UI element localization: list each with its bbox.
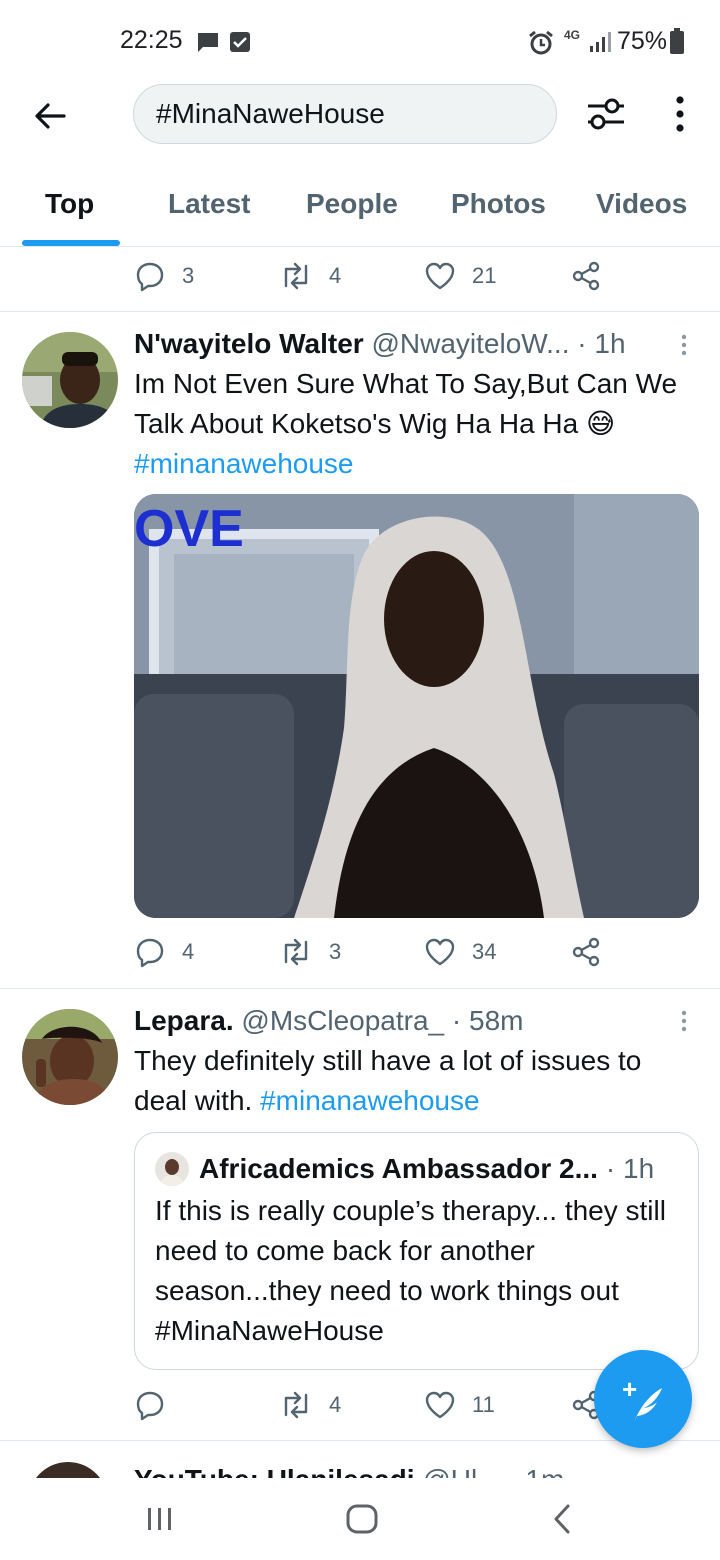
signal-icon: [590, 32, 611, 52]
retweet-count: 4: [329, 263, 342, 288]
tweet-image[interactable]: OVE: [134, 494, 699, 918]
tab-people[interactable]: People: [306, 188, 398, 220]
search-input[interactable]: #MinaNaweHouse: [133, 84, 557, 144]
home-icon[interactable]: [346, 1504, 378, 1534]
more-vertical-icon[interactable]: [668, 94, 692, 134]
tab-photos[interactable]: Photos: [451, 188, 546, 220]
status-bar: 22:25 4G 75%: [0, 0, 720, 84]
quote-time: · 1h: [605, 1153, 655, 1184]
active-tab-indicator: [22, 240, 120, 246]
battery-icon: [670, 28, 684, 54]
display-name[interactable]: N'wayitelo Walter: [134, 328, 364, 359]
search-tabs: Top Latest People Photos Videos: [0, 170, 720, 247]
reply-icon: [136, 1391, 164, 1421]
search-query: #MinaNaweHouse: [156, 98, 385, 129]
tweet-text: Im Not Even Sure What To Say,But Can We …: [134, 364, 694, 484]
reply-icon: [136, 938, 164, 968]
back-icon[interactable]: [552, 1504, 572, 1534]
like-button[interactable]: 11: [424, 1385, 495, 1425]
reply-count: 4: [182, 939, 195, 964]
hashtag-link[interactable]: #minanawehouse: [134, 448, 354, 479]
share-icon: [572, 261, 600, 291]
like-button[interactable]: 34: [424, 932, 496, 972]
quote-header: Africademics Ambassador 2... · 1h: [155, 1151, 654, 1187]
avatar: [28, 1462, 108, 1478]
recent-apps-icon[interactable]: [146, 1506, 174, 1532]
retweet-button[interactable]: 4: [279, 1385, 341, 1425]
quote-avatar: [155, 1152, 189, 1186]
hashtag-link[interactable]: #minanawehouse: [260, 1085, 480, 1116]
battery-percent: 75%: [617, 27, 668, 55]
reply-button[interactable]: 4: [134, 932, 194, 972]
display-name: YouTube: Ulanilesadi: [134, 1464, 415, 1478]
tweet-divider: [0, 311, 720, 312]
heart-icon: [425, 262, 455, 290]
tab-videos[interactable]: Videos: [596, 188, 687, 220]
search-header: #MinaNaweHouse: [0, 84, 720, 164]
tweet-menu-icon[interactable]: [680, 1010, 688, 1032]
tweet-actions: 4 11: [134, 1385, 614, 1425]
image-sign-text: OVE: [134, 500, 244, 558]
compose-tweet-button[interactable]: +: [594, 1350, 692, 1448]
reply-button[interactable]: [134, 1385, 182, 1425]
share-button[interactable]: [570, 256, 602, 296]
retweet-icon: [284, 1391, 308, 1419]
reply-count: 3: [182, 263, 195, 288]
next-tweet-peek[interactable]: YouTube: Ulanilesadi @Ul... · 1m: [0, 1450, 720, 1478]
check-box-icon: [230, 32, 250, 52]
tweet-header: YouTube: Ulanilesadi @Ul... · 1m: [134, 1464, 564, 1478]
tweet-header: N'wayitelo Walter @NwayiteloW... · 1h: [134, 328, 626, 360]
emoji: 😅: [586, 408, 616, 439]
network-type: 4G: [564, 28, 581, 42]
share-button[interactable]: [570, 932, 602, 972]
prev-tweet-actions: 3 4 21: [134, 256, 614, 296]
like-count: 11: [472, 1392, 495, 1417]
like-count: 34: [472, 939, 497, 964]
compose-tweet-icon: +: [622, 1374, 662, 1422]
quoted-tweet[interactable]: Africademics Ambassador 2... · 1h If thi…: [134, 1132, 699, 1370]
handle-time: @NwayiteloW... · 1h: [371, 328, 626, 359]
reply-button[interactable]: 3: [134, 256, 194, 296]
retweet-icon: [284, 938, 308, 966]
filter-sliders-icon[interactable]: [584, 94, 628, 134]
retweet-icon: [284, 262, 308, 290]
system-nav-bar: [0, 1478, 720, 1560]
tweet-text: They definitely still have a lot of issu…: [134, 1041, 694, 1121]
status-time: 22:25: [120, 26, 183, 54]
retweet-count: 4: [329, 1392, 342, 1417]
fab-plus: +: [622, 1374, 637, 1404]
handle-time: @MsCleopatra_ · 58m: [241, 1005, 524, 1036]
quote-display-name: Africademics Ambassador 2...: [199, 1153, 598, 1184]
reply-icon: [136, 262, 164, 292]
back-arrow-icon[interactable]: [30, 96, 70, 136]
retweet-button[interactable]: 4: [279, 256, 341, 296]
alarm-icon: [529, 30, 553, 55]
share-icon: [572, 937, 600, 967]
tweet-header: Lepara. @MsCleopatra_ · 58m: [134, 1005, 523, 1037]
tweet-menu-icon[interactable]: [680, 334, 688, 356]
like-button[interactable]: 21: [424, 256, 496, 296]
quote-text: If this is really couple’s therapy... th…: [155, 1195, 666, 1346]
tab-top[interactable]: Top: [45, 188, 94, 220]
retweet-button[interactable]: 3: [279, 932, 341, 972]
display-name[interactable]: Lepara.: [134, 1005, 234, 1036]
message-icon: [198, 33, 218, 52]
heart-icon: [425, 1391, 455, 1419]
like-count: 21: [472, 263, 497, 288]
tweet-divider: [0, 988, 720, 989]
heart-icon: [425, 938, 455, 966]
retweet-count: 3: [329, 939, 342, 964]
handle-time: @Ul... · 1m: [422, 1464, 564, 1478]
tab-latest[interactable]: Latest: [168, 188, 250, 220]
avatar[interactable]: [22, 1009, 118, 1105]
tweet-actions: 4 3 34: [134, 932, 614, 972]
avatar[interactable]: [22, 332, 118, 428]
